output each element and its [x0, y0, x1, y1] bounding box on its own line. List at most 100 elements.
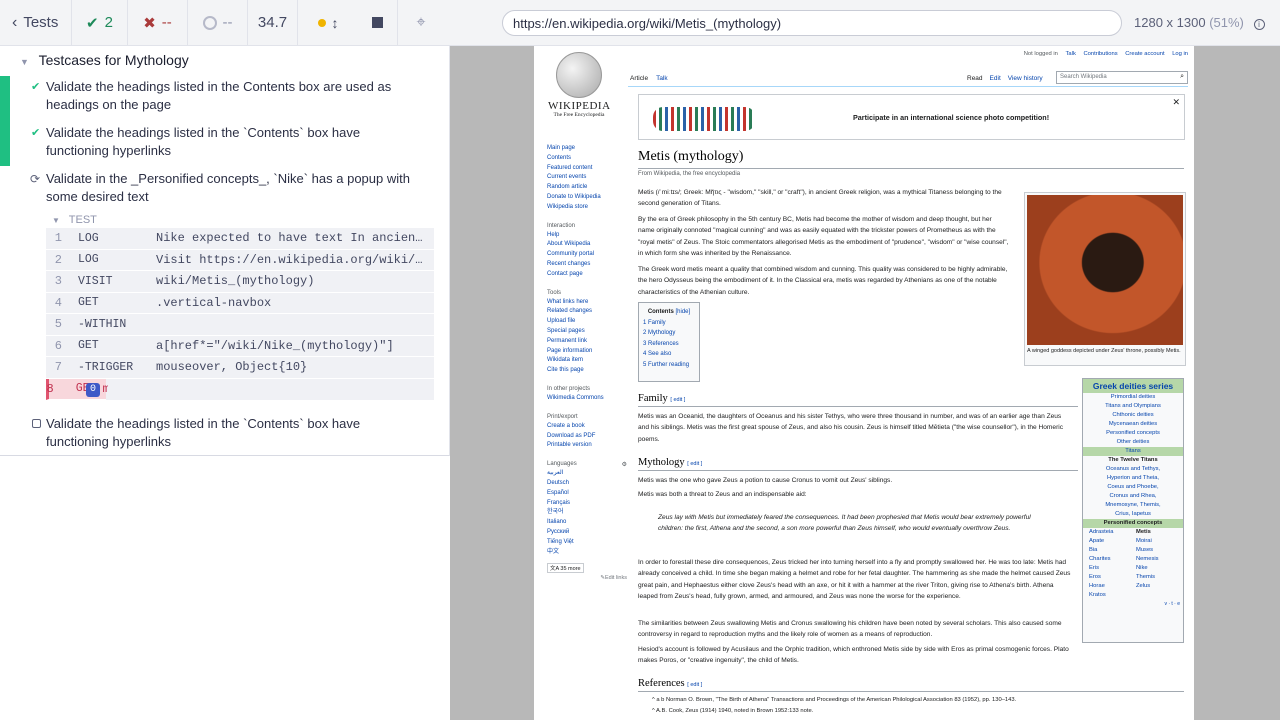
gear-icon[interactable]: ⚙ [622, 461, 627, 468]
sidebar-link[interactable]: Related changes [547, 307, 627, 317]
sidebar-link[interactable]: Page information [547, 347, 627, 357]
navbox-link[interactable]: Charites [1089, 555, 1136, 564]
talk-link[interactable]: Talk [1066, 51, 1076, 57]
edit-links[interactable]: ✎Edit links [547, 575, 627, 581]
sidebar-link[interactable]: Contact page [547, 270, 627, 280]
command-row[interactable]: 6 GET a[href*="/wiki/Nike_(mythology)"] [46, 336, 434, 357]
navbox-link[interactable]: Personified concepts [1083, 429, 1183, 438]
navbox-link[interactable]: Eros [1089, 573, 1136, 582]
navbox-section-titans[interactable]: Titans [1083, 447, 1183, 456]
navbox-link[interactable]: Hyperion and Theia, [1083, 474, 1183, 483]
sidebar-link[interactable]: Donate to Wikipedia [547, 193, 627, 203]
close-icon[interactable]: ✕ [1172, 97, 1180, 108]
navbox-link[interactable]: Kratos [1089, 591, 1136, 600]
toc-item[interactable]: 4 See also [643, 349, 695, 360]
edit-section-link[interactable]: [ edit ] [687, 461, 702, 467]
test-section-header[interactable]: ▼ TEST [52, 214, 97, 226]
language-link[interactable]: 中文 [547, 548, 627, 558]
toc-item[interactable]: 1 Family [643, 318, 695, 329]
sidebar-link[interactable]: Wikimedia Commons [547, 394, 627, 404]
tab-history[interactable]: View history [1008, 75, 1043, 82]
test-item-4[interactable]: Validate the headings listed in the `Con… [46, 415, 416, 451]
test-item-1[interactable]: Validate the headings listed in the Cont… [46, 78, 416, 114]
sidebar-link[interactable]: Featured content [547, 164, 627, 174]
edit-section-link[interactable]: [ edit ] [687, 682, 702, 688]
toc-item[interactable]: 2 Mythology [643, 328, 695, 339]
toc-item[interactable]: 5 Further reading [643, 360, 695, 371]
language-link[interactable]: العربية [547, 469, 627, 479]
navbox-link[interactable]: Other deities [1083, 438, 1183, 447]
language-link[interactable]: Français [547, 499, 627, 509]
tab-talk[interactable]: Talk [656, 75, 668, 82]
sidebar-link[interactable]: Help [547, 231, 627, 241]
scroll-toggle-icon[interactable]: ↕ [332, 15, 339, 31]
sidebar-link[interactable]: Main page [547, 144, 627, 154]
wiki-search-input[interactable]: Search Wikipedia ⌕ [1056, 71, 1188, 84]
command-row-failed[interactable]: 8GETmwe-popups0 [46, 378, 108, 400]
vase-painting-image[interactable] [1027, 195, 1183, 345]
navbox-link[interactable]: Mycenaean deities [1083, 420, 1183, 429]
command-row[interactable]: 3 VISIT wiki/Metis_(mythology) [46, 271, 434, 293]
sidebar-link[interactable]: Download as PDF [547, 432, 627, 442]
info-icon[interactable]: i [1253, 19, 1265, 30]
command-row[interactable]: 1 LOG Nike expected to have text In ancien… [46, 228, 434, 250]
sidebar-link[interactable]: Permanent link [547, 337, 627, 347]
more-languages-button[interactable]: 文A 35 more [547, 563, 584, 574]
navbox-link[interactable]: Crius, Iapetus [1083, 510, 1183, 519]
selector-playground-button[interactable]: ⌖ [398, 0, 444, 46]
language-link[interactable]: Deutsch [547, 479, 627, 489]
login-link[interactable]: Log in [1172, 51, 1188, 57]
navbox-link[interactable]: Nemesis [1136, 555, 1183, 564]
stop-button[interactable] [358, 0, 398, 46]
sidebar-link[interactable]: About Wikipedia [547, 240, 627, 250]
navbox-link[interactable]: Muses [1136, 546, 1183, 555]
sidebar-link[interactable]: Community portal [547, 250, 627, 260]
sidebar-link[interactable]: Cite this page [547, 366, 627, 376]
navbox-link[interactable]: Oceanus and Tethys, [1083, 465, 1183, 474]
toc-item[interactable]: 3 References [643, 339, 695, 350]
sidebar-link[interactable]: Wikidata item [547, 356, 627, 366]
tab-edit[interactable]: Edit [990, 75, 1001, 82]
navbox-link[interactable]: Mnemosyne, Themis, [1083, 501, 1183, 510]
command-row[interactable]: 4 GET .vertical-navbox [46, 293, 434, 314]
toc-hide-link[interactable]: [hide] [675, 309, 690, 315]
navbox-link[interactable]: Moirai [1136, 537, 1183, 546]
sidebar-link[interactable]: Special pages [547, 327, 627, 337]
suite-header[interactable]: ▼ Testcases for Mythology [20, 52, 189, 68]
tests-button[interactable]: ‹ Tests [0, 0, 72, 46]
sidebar-link[interactable]: Upload file [547, 317, 627, 327]
navbox-link[interactable]: Eris [1089, 564, 1136, 573]
edit-section-link[interactable]: [ edit ] [670, 397, 685, 403]
url-bar[interactable]: https://en.wikipedia.org/wiki/Metis_(myt… [502, 10, 1122, 36]
test-item-2[interactable]: Validate the headings listed in the `Con… [46, 124, 416, 160]
language-link[interactable]: 한국어 [547, 508, 627, 518]
nike-link[interactable]: Nike [1136, 564, 1183, 573]
command-row[interactable]: 2 LOG Visit https://en.wikipedia.org/wiki/… [46, 250, 434, 271]
sidebar-link[interactable]: Contents [547, 154, 627, 164]
language-link[interactable]: Tiếng Việt [547, 538, 627, 548]
navbox-link[interactable]: Horae [1089, 582, 1136, 591]
sidebar-link[interactable]: Wikipedia store [547, 203, 627, 213]
navbox-link[interactable]: Primordial deities [1083, 393, 1183, 402]
navbox-link[interactable]: Bia [1089, 546, 1136, 555]
command-row[interactable]: 7 -TRIGGER mouseover, Object{10} [46, 357, 434, 379]
navbox-title[interactable]: Greek deities series [1083, 379, 1183, 393]
language-link[interactable]: Español [547, 489, 627, 499]
navbox-link[interactable]: Chthonic deities [1083, 411, 1183, 420]
command-row[interactable]: 5 -WITHIN [46, 314, 434, 336]
navbox-link[interactable]: Coeus and Phoebe, [1083, 483, 1183, 492]
navbox-vte[interactable]: v · t · e [1083, 600, 1183, 609]
navbox-link[interactable]: Adrasteia [1089, 528, 1136, 537]
wikipedia-logo[interactable]: Wikipedia The Free Encyclopedia [548, 52, 610, 118]
sidebar-link[interactable]: Create a book [547, 422, 627, 432]
sidebar-link[interactable]: Printable version [547, 441, 627, 451]
navbox-link[interactable]: Themis [1136, 573, 1183, 582]
running-indicator[interactable]: ↕ [298, 0, 358, 46]
test-item-3[interactable]: Validate in the _Personified concepts_, … [46, 170, 416, 206]
sidebar-link[interactable]: Current events [547, 173, 627, 183]
navbox-link[interactable]: Apate [1089, 537, 1136, 546]
sidebar-link[interactable]: What links here [547, 298, 627, 308]
navbox-link[interactable]: Zelus [1136, 582, 1183, 591]
sidebar-link[interactable]: Random article [547, 183, 627, 193]
search-icon[interactable]: ⌕ [1180, 73, 1184, 81]
